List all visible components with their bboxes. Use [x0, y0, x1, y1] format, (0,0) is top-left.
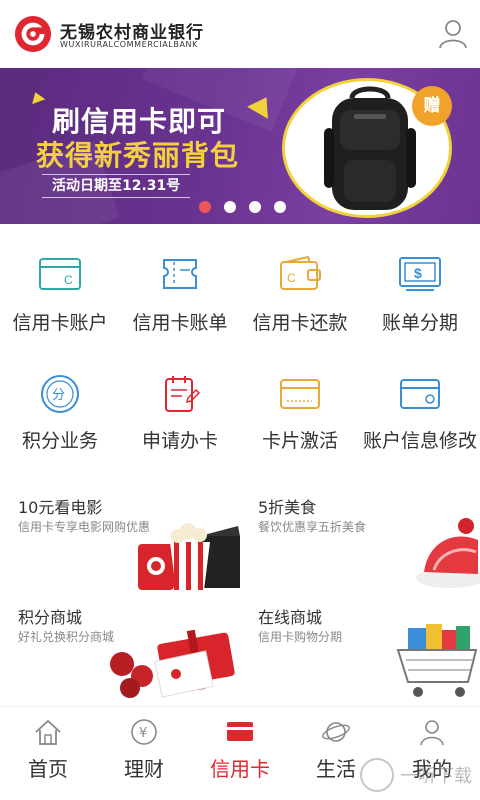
grid-item-credit-card-account[interactable]: C 信用卡账户 [0, 238, 120, 348]
finance-icon: ¥ [131, 719, 157, 745]
svg-text:$: $ [414, 265, 422, 281]
bottom-nav: 首页 ¥ 理财 信用卡 生活 我的 一听下载 [0, 706, 480, 800]
grid-item-apply-card[interactable]: 申请办卡 [120, 356, 240, 466]
svg-text:¥: ¥ [139, 726, 147, 741]
promo-desc: 餐饮优惠享五折美食 [258, 520, 367, 534]
promo-title: 积分商城 [18, 608, 83, 627]
grid-label: 信用卡账单 [132, 312, 228, 334]
grid-label: 账户信息修改 [362, 430, 477, 452]
grid-label: 信用卡还款 [252, 312, 348, 334]
credit-card-account-icon: C [39, 258, 81, 290]
carousel-dots [199, 201, 286, 213]
wallet-repay-icon: C [280, 256, 321, 290]
grid-label: 账单分期 [381, 312, 458, 334]
header: 无锡农村商业银行 WUXIRURALCOMMERCIALBANK [0, 0, 480, 68]
svg-text:C: C [64, 273, 73, 287]
nav-item-finance[interactable]: ¥ 理财 [96, 707, 192, 800]
grid-item-account-edit[interactable]: 账户信息修改 [360, 356, 480, 466]
grid-item-credit-card-bill[interactable]: 信用卡账单 [120, 238, 240, 348]
promo-title: 10元看电影 [18, 498, 103, 517]
user-icon[interactable] [438, 18, 468, 50]
banner-subheadline: 获得新秀丽背包 [36, 139, 240, 172]
grid-item-points[interactable]: 分 积分业务 [0, 356, 120, 466]
credit-card-icon [227, 722, 253, 741]
nav-label: 信用卡 [210, 757, 270, 781]
banner-date: 活动日期至12.31号 [42, 174, 191, 198]
grid-label: 申请办卡 [141, 430, 218, 452]
nav-label: 理财 [124, 757, 164, 781]
grid-item-installment[interactable]: $ 账单分期 [360, 238, 480, 348]
apply-card-icon [165, 376, 201, 412]
carousel-dot[interactable] [249, 201, 261, 213]
backpack-image [324, 86, 416, 210]
carousel-dot[interactable] [274, 201, 286, 213]
carousel-dot[interactable] [199, 201, 211, 213]
promo-tile-food[interactable]: 5折美食 餐饮优惠享五折美食 [240, 484, 480, 592]
profile-icon [420, 720, 444, 746]
promo-desc: 信用卡购物分期 [258, 630, 343, 644]
promo-tile-online-mall[interactable]: 在线商城 信用卡购物分期 [240, 594, 480, 702]
account-edit-icon [400, 379, 440, 409]
grid-label: 卡片激活 [261, 430, 338, 452]
svg-text:分: 分 [52, 388, 65, 403]
installment-icon: $ [399, 257, 441, 291]
roses-gift-image [110, 629, 235, 698]
grid-label: 积分业务 [21, 430, 98, 452]
grid-item-credit-card-repay[interactable]: C 信用卡还款 [240, 238, 360, 348]
promo-banner[interactable]: 刷信用卡即可 获得新秀丽背包 活动日期至12.31号 赠 [0, 68, 480, 224]
promo-tile-movie[interactable]: 10元看电影 信用卡专享电影网购优惠 [0, 484, 240, 592]
card-activate-icon [280, 379, 320, 409]
watermark: 一听下载 [360, 758, 472, 792]
bank-logo [14, 15, 52, 53]
banner-triangle [28, 89, 46, 105]
popcorn-image [138, 523, 240, 590]
svg-text:C: C [287, 271, 296, 285]
nav-label: 首页 [28, 757, 68, 781]
nav-item-home[interactable]: 首页 [0, 707, 96, 800]
home-icon [35, 719, 61, 745]
points-icon: 分 [41, 375, 79, 413]
promo-title: 5折美食 [258, 498, 317, 517]
promo-title: 在线商城 [258, 608, 323, 627]
gift-badge: 赠 [412, 86, 452, 126]
app-root: 无锡农村商业银行 WUXIRURALCOMMERCIALBANK 刷信用卡即可 … [0, 0, 480, 800]
carousel-dot[interactable] [224, 201, 236, 213]
bank-name-en: WUXIRURALCOMMERCIALBANK [60, 40, 198, 49]
grid-label: 信用卡账户 [12, 312, 108, 334]
watermark-text: 一听下载 [400, 766, 472, 787]
planet-icon [322, 722, 350, 742]
shopping-cart-image [396, 624, 478, 697]
nav-item-credit-card[interactable]: 信用卡 [192, 707, 288, 800]
watermark-logo [360, 758, 394, 792]
dessert-image [416, 518, 480, 588]
promo-tile-points-mall[interactable]: 积分商城 好礼兑换积分商城 [0, 594, 240, 702]
bill-icon [163, 259, 197, 289]
grid-item-card-activate[interactable]: 卡片激活 [240, 356, 360, 466]
